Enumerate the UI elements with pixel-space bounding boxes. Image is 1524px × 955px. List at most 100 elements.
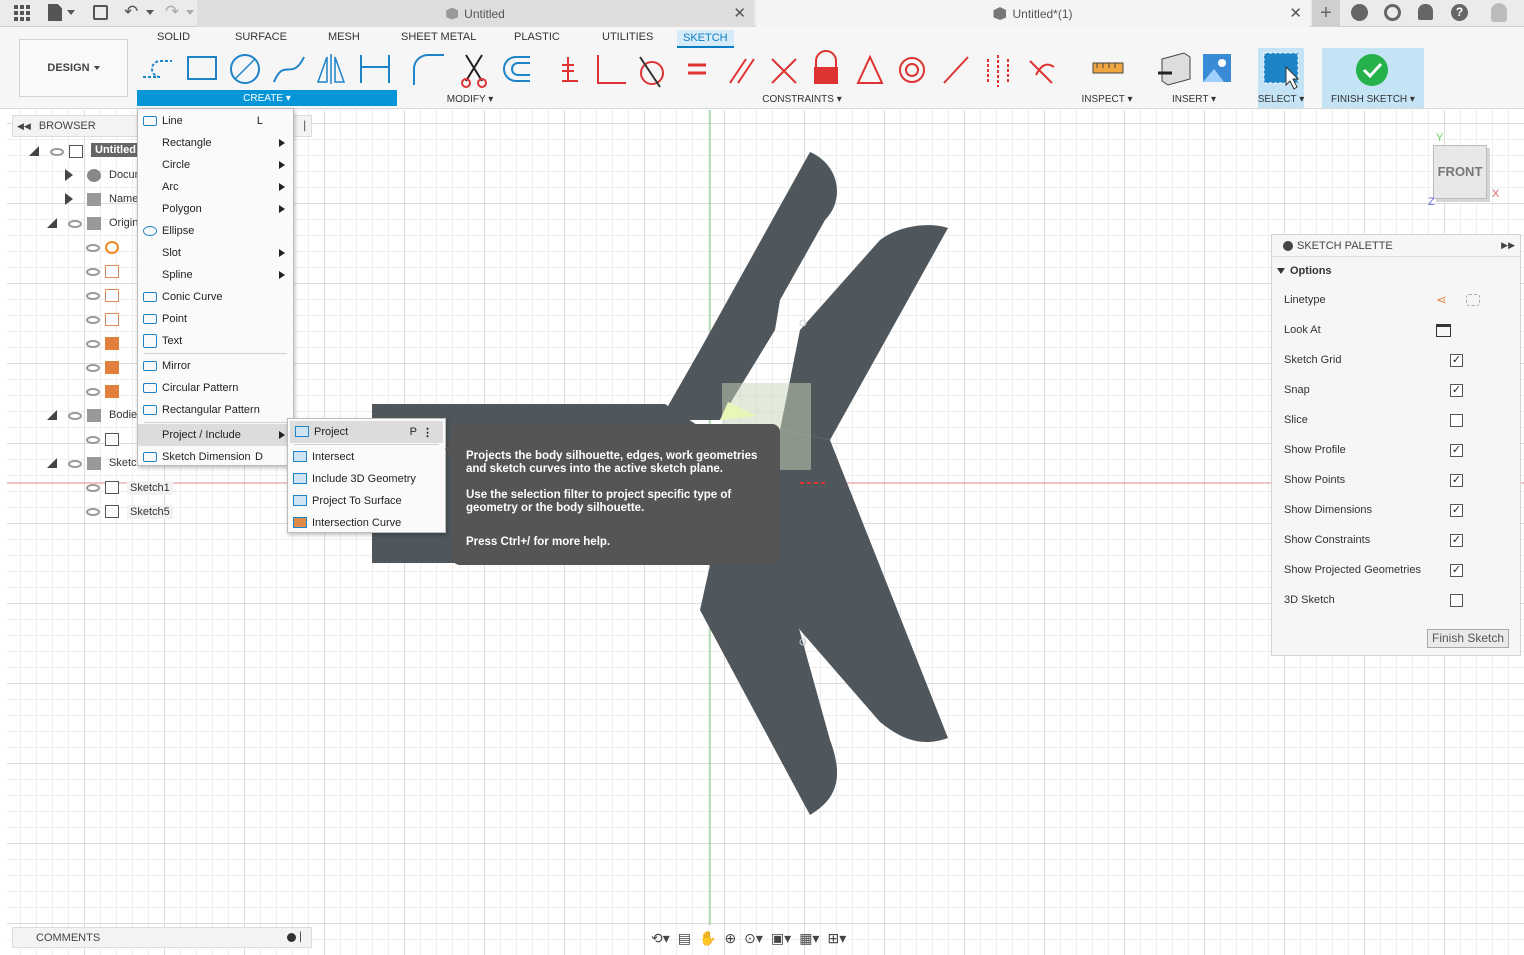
rectangle-tool-icon[interactable]: [187, 56, 217, 80]
new-tab-icon[interactable]: +: [1312, 0, 1340, 27]
extensions-icon[interactable]: [1351, 4, 1368, 21]
zoom-icon[interactable]: ⊕: [724, 930, 736, 947]
display-settings-icon[interactable]: ▣▾: [771, 930, 791, 947]
tangent-constraint-icon[interactable]: [640, 61, 664, 85]
horizontal-vertical-constraint-icon[interactable]: [562, 57, 578, 82]
centerline-linetype-icon[interactable]: [1466, 294, 1480, 306]
midpoint-constraint-icon[interactable]: [856, 54, 884, 84]
project-menu-item-project[interactable]: Project P ⋮: [290, 421, 443, 443]
create-menu-item-project-include[interactable]: Project / Include: [138, 424, 293, 446]
visibility-eye-icon[interactable]: [68, 460, 82, 468]
create-menu-item-line[interactable]: Line L: [138, 110, 293, 132]
palette-checkbox[interactable]: ✓: [1450, 443, 1463, 457]
save-icon[interactable]: [93, 5, 108, 20]
palette-checkbox[interactable]: ✓: [1450, 533, 1463, 547]
create-menu-item-slot[interactable]: Slot: [138, 242, 293, 264]
insert-canvas-icon[interactable]: [1203, 54, 1231, 82]
create-menu-item-arc[interactable]: Arc: [138, 176, 293, 198]
undo-icon[interactable]: ↶: [124, 2, 138, 22]
palette-checkbox[interactable]: ✓: [1450, 473, 1463, 487]
zoom-window-icon[interactable]: ⊙▾: [744, 930, 763, 947]
collapsed-triangle-icon[interactable]: [65, 169, 73, 181]
more-options-icon[interactable]: ⋮: [422, 426, 433, 439]
symmetry-constraint-icon[interactable]: [987, 55, 1009, 87]
expanded-triangle-icon[interactable]: [47, 410, 57, 420]
create-menu-item-text[interactable]: Text: [138, 330, 293, 352]
viewcube[interactable]: FRONT: [1433, 145, 1487, 199]
create-menu-item-mirror[interactable]: Mirror: [138, 355, 293, 377]
viewports-icon[interactable]: ⊞▾: [827, 930, 846, 947]
visibility-eye-icon[interactable]: [86, 292, 100, 300]
spline-tool-icon[interactable]: [273, 56, 305, 83]
visibility-eye-icon[interactable]: [86, 340, 100, 348]
create-menu-item-polygon[interactable]: Polygon: [138, 198, 293, 220]
expanded-triangle-icon[interactable]: [47, 218, 57, 228]
circle-tool-icon[interactable]: [230, 54, 260, 84]
profile-avatar-icon[interactable]: [1491, 3, 1507, 22]
redo-icon[interactable]: ↷: [165, 2, 179, 22]
visibility-eye-icon[interactable]: [68, 220, 82, 228]
pan-icon[interactable]: ✋: [699, 930, 716, 947]
visibility-eye-icon[interactable]: [68, 412, 82, 420]
visibility-eye-icon[interactable]: [86, 484, 100, 492]
project-menu-item-project-to-surface[interactable]: Project To Surface: [288, 490, 445, 512]
finish-sketch-button[interactable]: Finish Sketch: [1427, 629, 1509, 648]
create-menu-item-ellipse[interactable]: Ellipse: [138, 220, 293, 242]
palette-checkbox[interactable]: ✓: [1450, 503, 1463, 517]
job-status-icon[interactable]: [1384, 4, 1401, 21]
constraints-group-label[interactable]: CONSTRAINTS ▾: [740, 94, 864, 105]
insert-group-label[interactable]: INSERT ▾: [1166, 94, 1222, 105]
visibility-eye-icon[interactable]: [50, 148, 64, 156]
create-menu-item-sketch-dimension[interactable]: Sketch Dimension D: [138, 446, 293, 468]
insert-mesh-icon[interactable]: [1158, 52, 1191, 86]
palette-checkbox[interactable]: [1450, 593, 1463, 607]
document-tab-active[interactable]: Untitled*(1) ✕: [756, 0, 1310, 27]
create-menu-item-circular-pattern[interactable]: Circular Pattern: [138, 377, 293, 399]
visibility-eye-icon[interactable]: [86, 508, 100, 516]
construction-linetype-icon[interactable]: ⋖: [1436, 292, 1447, 308]
create-group-label[interactable]: CREATE ▾: [137, 93, 397, 104]
finish-sketch-group-label[interactable]: FINISH SKETCH ▾: [1322, 94, 1424, 105]
create-menu-item-point[interactable]: Point: [138, 308, 293, 330]
fillet-tool-icon[interactable]: [413, 54, 444, 85]
project-menu-item-intersect[interactable]: Intersect: [288, 446, 445, 468]
close-icon[interactable]: ✕: [1289, 4, 1302, 22]
palette-checkbox[interactable]: ✓: [1450, 383, 1463, 397]
project-menu-item-include-3d-geometry[interactable]: Include 3D Geometry: [288, 468, 445, 490]
project-menu-item-intersection-curve[interactable]: Intersection Curve: [288, 512, 445, 534]
inspect-group-label[interactable]: INSPECT ▾: [1076, 94, 1138, 105]
trim-tool-icon[interactable]: [461, 54, 487, 88]
browser-node[interactable]: Sketch5: [25, 501, 195, 523]
pin-icon[interactable]: ▏: [300, 932, 307, 943]
create-menu-item-rectangle[interactable]: Rectangle: [138, 132, 293, 154]
comments-panel[interactable]: COMMENTS ▏: [12, 927, 312, 948]
visibility-eye-icon[interactable]: [86, 268, 100, 276]
minimize-icon[interactable]: [1283, 240, 1293, 251]
line-tool-icon[interactable]: [143, 60, 172, 78]
file-menu-icon[interactable]: [48, 4, 62, 21]
collapsed-triangle-icon[interactable]: [65, 193, 73, 205]
curvature-constraint-icon[interactable]: [1029, 60, 1055, 84]
select-group-label[interactable]: SELECT ▾: [1252, 94, 1310, 105]
close-icon[interactable]: ✕: [733, 4, 746, 22]
collapse-icon[interactable]: ◀◀: [17, 121, 31, 132]
offset-tool-icon[interactable]: [503, 56, 530, 82]
palette-checkbox[interactable]: [1450, 413, 1463, 427]
coincident-constraint-icon[interactable]: [597, 55, 626, 84]
grid-settings-icon[interactable]: ▦▾: [799, 930, 819, 947]
notification-bell-icon[interactable]: [1418, 4, 1433, 20]
expanded-triangle-icon[interactable]: [47, 458, 57, 468]
chevron-down-icon[interactable]: [146, 10, 154, 15]
create-menu-item-spline[interactable]: Spline: [138, 264, 293, 286]
visibility-eye-icon[interactable]: [86, 244, 100, 252]
orbit-icon[interactable]: ⟲▾: [651, 930, 670, 947]
perpendicular-constraint-icon[interactable]: [771, 58, 797, 84]
expanded-triangle-icon[interactable]: [29, 146, 39, 156]
sketch-palette-header[interactable]: SKETCH PALETTE ▶▶: [1272, 235, 1520, 257]
mirror-tool-icon[interactable]: [316, 54, 346, 84]
dimension-tool-icon[interactable]: [360, 55, 390, 83]
measure-tool-icon[interactable]: [1092, 62, 1124, 74]
create-menu-item-circle[interactable]: Circle: [138, 154, 293, 176]
add-comment-icon[interactable]: [287, 933, 297, 942]
concentric-constraint-icon[interactable]: [899, 57, 925, 83]
